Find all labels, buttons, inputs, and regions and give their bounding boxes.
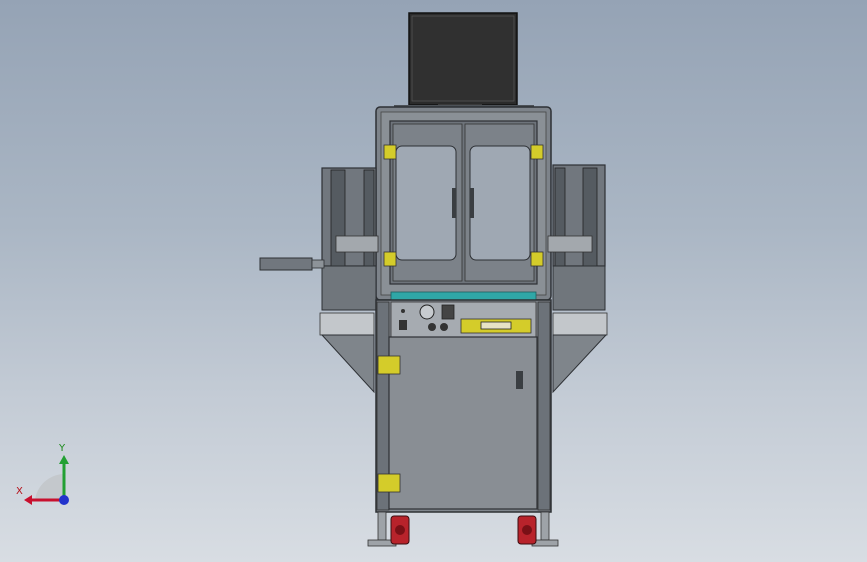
- y-axis-label: Y: [59, 443, 66, 454]
- teal-strip: [390, 291, 537, 301]
- casters: [390, 515, 537, 545]
- left-arm[interactable]: [259, 257, 325, 271]
- monitor[interactable]: [394, 12, 534, 108]
- right-reel-unit[interactable]: [547, 164, 608, 394]
- cad-viewport[interactable]: X Y: [0, 0, 867, 562]
- left-reel-unit[interactable]: [319, 167, 379, 394]
- upper-cabinet[interactable]: [375, 106, 552, 301]
- machine-model[interactable]: [0, 0, 867, 562]
- coordinate-triad: [24, 455, 69, 505]
- x-axis-label: X: [16, 486, 23, 497]
- lower-cabinet[interactable]: [375, 299, 552, 513]
